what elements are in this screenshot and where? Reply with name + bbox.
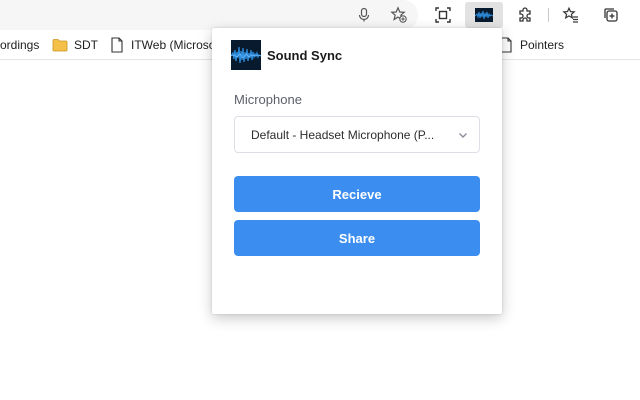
collections-icon[interactable] bbox=[599, 3, 623, 27]
bookmark-folder-sdt[interactable]: SDT bbox=[52, 30, 98, 60]
microphone-select[interactable]: Default - Headset Microphone (P... bbox=[234, 116, 480, 153]
microphone-icon[interactable] bbox=[352, 3, 376, 27]
page-icon bbox=[109, 37, 125, 53]
screenshot-icon[interactable] bbox=[431, 3, 455, 27]
extensions-puzzle-icon[interactable] bbox=[513, 3, 537, 27]
toolbar-separator bbox=[548, 8, 549, 22]
popup-title: Sound Sync bbox=[267, 47, 343, 63]
bookmark-itweb[interactable]: ITWeb (Microsof bbox=[109, 30, 219, 60]
share-button[interactable]: Share bbox=[234, 220, 480, 256]
receive-button[interactable]: Recieve bbox=[234, 176, 480, 212]
sound-sync-logo-icon bbox=[231, 40, 261, 70]
bookmark-label: ITWeb (Microsof bbox=[131, 38, 219, 52]
microphone-select-value: Default - Headset Microphone (P... bbox=[251, 127, 435, 142]
browser-toolbar bbox=[0, 0, 640, 30]
favorites-icon[interactable] bbox=[559, 3, 583, 27]
popup-header: Sound Sync bbox=[231, 40, 342, 70]
chevron-down-icon bbox=[457, 129, 469, 141]
bookmark-label: Pointers bbox=[520, 38, 565, 52]
bookmark-pointers[interactable]: Pointers bbox=[498, 30, 564, 60]
sound-sync-popup: Sound Sync Microphone Default - Headset … bbox=[212, 28, 502, 314]
bookmark-label: SDT bbox=[74, 38, 98, 52]
microphone-label: Microphone bbox=[234, 92, 302, 107]
favorite-add-icon[interactable] bbox=[387, 3, 411, 27]
bookmark-label: ordings bbox=[0, 38, 40, 52]
folder-icon bbox=[52, 37, 68, 53]
bookmark-recordings[interactable]: ordings bbox=[0, 30, 39, 60]
sound-sync-extension-icon[interactable] bbox=[474, 8, 494, 22]
